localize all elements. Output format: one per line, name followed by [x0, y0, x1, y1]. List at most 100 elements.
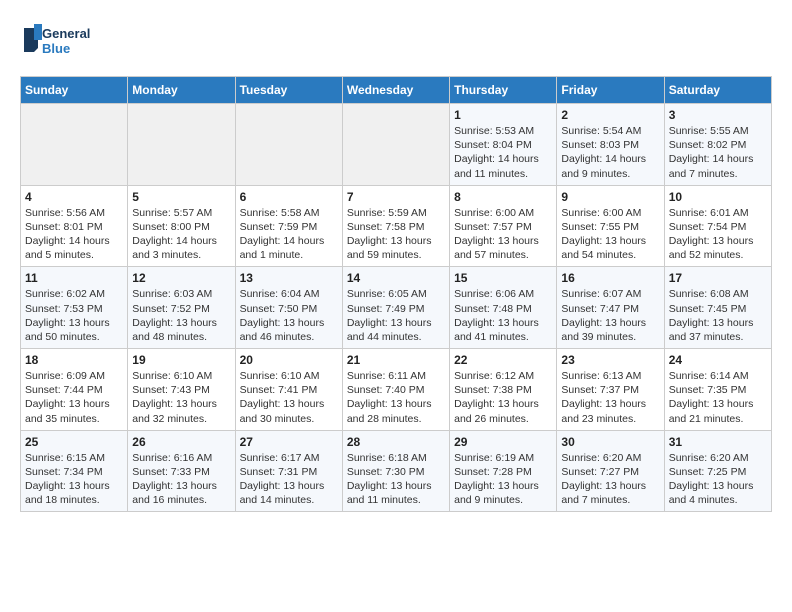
- calendar-header-wednesday: Wednesday: [342, 77, 449, 104]
- day-number: 20: [240, 353, 338, 367]
- day-number: 15: [454, 271, 552, 285]
- calendar-cell: 29Sunrise: 6:19 AMSunset: 7:28 PMDayligh…: [450, 430, 557, 512]
- day-info: Sunrise: 6:07 AMSunset: 7:47 PMDaylight:…: [561, 287, 659, 344]
- day-number: 28: [347, 435, 445, 449]
- day-number: 25: [25, 435, 123, 449]
- day-info: Sunrise: 6:16 AMSunset: 7:33 PMDaylight:…: [132, 451, 230, 508]
- day-number: 10: [669, 190, 767, 204]
- calendar-header-thursday: Thursday: [450, 77, 557, 104]
- calendar-cell: 1Sunrise: 5:53 AMSunset: 8:04 PMDaylight…: [450, 104, 557, 186]
- calendar-cell: 15 Sunrise: 6:06 AMSunset: 7:48 PMDayligh…: [450, 267, 557, 349]
- calendar-week-3: 11 Sunrise: 6:02 AMSunset: 7:53 PMDayligh…: [21, 267, 772, 349]
- calendar-cell: 21 Sunrise: 6:11 AMSunset: 7:40 PMDayligh…: [342, 349, 449, 431]
- calendar-header-friday: Friday: [557, 77, 664, 104]
- day-info: Sunrise: 6:00 AMSunset: 7:55 PMDaylight:…: [561, 206, 659, 263]
- day-info: Sunrise: 6:14 AMSunset: 7:35 PMDaylight:…: [669, 369, 767, 426]
- day-info: Sunrise: 6:04 AMSunset: 7:50 PMDaylight:…: [240, 287, 338, 344]
- day-number: 17: [669, 271, 767, 285]
- calendar-cell: 24 Sunrise: 6:14 AMSunset: 7:35 PMDayligh…: [664, 349, 771, 431]
- calendar-cell: 28 Sunrise: 6:18 AMSunset: 7:30 PMDayligh…: [342, 430, 449, 512]
- calendar-header-row: SundayMondayTuesdayWednesdayThursdayFrid…: [21, 77, 772, 104]
- calendar-cell: 11 Sunrise: 6:02 AMSunset: 7:53 PMDayligh…: [21, 267, 128, 349]
- day-info: Sunrise: 6:12 AMSunset: 7:38 PMDaylight:…: [454, 369, 552, 426]
- calendar-body: 1Sunrise: 5:53 AMSunset: 8:04 PMDaylight…: [21, 104, 772, 512]
- calendar-week-1: 1Sunrise: 5:53 AMSunset: 8:04 PMDaylight…: [21, 104, 772, 186]
- day-info: Sunrise: 6:15 AMSunset: 7:34 PMDaylight:…: [25, 451, 123, 508]
- calendar-cell: 25 Sunrise: 6:15 AMSunset: 7:34 PMDayligh…: [21, 430, 128, 512]
- calendar-cell: 22Sunrise: 6:12 AMSunset: 7:38 PMDayligh…: [450, 349, 557, 431]
- calendar-cell: 12 Sunrise: 6:03 AMSunset: 7:52 PMDayligh…: [128, 267, 235, 349]
- day-info: Sunrise: 6:01 AMSunset: 7:54 PMDaylight:…: [669, 206, 767, 263]
- calendar-cell: 6 Sunrise: 5:58 AMSunset: 7:59 PMDaylight…: [235, 185, 342, 267]
- day-number: 19: [132, 353, 230, 367]
- day-info: Sunrise: 6:02 AMSunset: 7:53 PMDaylight:…: [25, 287, 123, 344]
- day-info: Sunrise: 6:06 AMSunset: 7:48 PMDaylight:…: [454, 287, 552, 344]
- calendar-cell: 9 Sunrise: 6:00 AMSunset: 7:55 PMDaylight…: [557, 185, 664, 267]
- calendar-cell: 17 Sunrise: 6:08 AMSunset: 7:45 PMDayligh…: [664, 267, 771, 349]
- day-info: Sunrise: 6:20 AMSunset: 7:27 PMDaylight:…: [561, 451, 659, 508]
- day-info: Sunrise: 6:05 AMSunset: 7:49 PMDaylight:…: [347, 287, 445, 344]
- day-number: 6: [240, 190, 338, 204]
- calendar-week-5: 25 Sunrise: 6:15 AMSunset: 7:34 PMDayligh…: [21, 430, 772, 512]
- day-info: Sunrise: 6:03 AMSunset: 7:52 PMDaylight:…: [132, 287, 230, 344]
- day-info: Sunrise: 6:10 AMSunset: 7:41 PMDaylight:…: [240, 369, 338, 426]
- calendar-cell: 20 Sunrise: 6:10 AMSunset: 7:41 PMDayligh…: [235, 349, 342, 431]
- calendar-cell: [21, 104, 128, 186]
- calendar-table: SundayMondayTuesdayWednesdayThursdayFrid…: [20, 76, 772, 512]
- calendar-cell: 7Sunrise: 5:59 AMSunset: 7:58 PMDaylight…: [342, 185, 449, 267]
- day-number: 31: [669, 435, 767, 449]
- day-info: Sunrise: 6:09 AMSunset: 7:44 PMDaylight:…: [25, 369, 123, 426]
- calendar-cell: 26Sunrise: 6:16 AMSunset: 7:33 PMDayligh…: [128, 430, 235, 512]
- day-info: Sunrise: 6:08 AMSunset: 7:45 PMDaylight:…: [669, 287, 767, 344]
- day-number: 24: [669, 353, 767, 367]
- calendar-cell: [235, 104, 342, 186]
- calendar-cell: 13 Sunrise: 6:04 AMSunset: 7:50 PMDayligh…: [235, 267, 342, 349]
- day-number: 21: [347, 353, 445, 367]
- calendar-cell: 14Sunrise: 6:05 AMSunset: 7:49 PMDayligh…: [342, 267, 449, 349]
- day-number: 1: [454, 108, 552, 122]
- day-info: Sunrise: 6:18 AMSunset: 7:30 PMDaylight:…: [347, 451, 445, 508]
- day-number: 11: [25, 271, 123, 285]
- day-number: 29: [454, 435, 552, 449]
- calendar-cell: 30 Sunrise: 6:20 AMSunset: 7:27 PMDayligh…: [557, 430, 664, 512]
- day-number: 9: [561, 190, 659, 204]
- calendar-cell: 5Sunrise: 5:57 AMSunset: 8:00 PMDaylight…: [128, 185, 235, 267]
- calendar-cell: 3 Sunrise: 5:55 AMSunset: 8:02 PMDaylight…: [664, 104, 771, 186]
- svg-text:Blue: Blue: [42, 41, 70, 56]
- logo-svg: General Blue: [20, 20, 100, 60]
- day-info: Sunrise: 5:54 AMSunset: 8:03 PMDaylight:…: [561, 124, 659, 181]
- calendar-cell: 2 Sunrise: 5:54 AMSunset: 8:03 PMDaylight…: [557, 104, 664, 186]
- day-info: Sunrise: 5:55 AMSunset: 8:02 PMDaylight:…: [669, 124, 767, 181]
- day-number: 2: [561, 108, 659, 122]
- calendar-cell: 16Sunrise: 6:07 AMSunset: 7:47 PMDayligh…: [557, 267, 664, 349]
- day-info: Sunrise: 6:20 AMSunset: 7:25 PMDaylight:…: [669, 451, 767, 508]
- calendar-cell: 4Sunrise: 5:56 AMSunset: 8:01 PMDaylight…: [21, 185, 128, 267]
- calendar-cell: [342, 104, 449, 186]
- calendar-header-saturday: Saturday: [664, 77, 771, 104]
- day-number: 12: [132, 271, 230, 285]
- calendar-cell: 19 Sunrise: 6:10 AMSunset: 7:43 PMDayligh…: [128, 349, 235, 431]
- day-number: 3: [669, 108, 767, 122]
- calendar-cell: 8 Sunrise: 6:00 AMSunset: 7:57 PMDaylight…: [450, 185, 557, 267]
- day-number: 8: [454, 190, 552, 204]
- day-number: 23: [561, 353, 659, 367]
- day-number: 13: [240, 271, 338, 285]
- calendar-cell: [128, 104, 235, 186]
- day-info: Sunrise: 5:59 AMSunset: 7:58 PMDaylight:…: [347, 206, 445, 263]
- day-info: Sunrise: 6:17 AMSunset: 7:31 PMDaylight:…: [240, 451, 338, 508]
- page-header: General Blue: [20, 20, 772, 60]
- calendar-header-tuesday: Tuesday: [235, 77, 342, 104]
- day-info: Sunrise: 6:00 AMSunset: 7:57 PMDaylight:…: [454, 206, 552, 263]
- calendar-cell: 23 Sunrise: 6:13 AMSunset: 7:37 PMDayligh…: [557, 349, 664, 431]
- day-info: Sunrise: 5:56 AMSunset: 8:01 PMDaylight:…: [25, 206, 123, 263]
- day-number: 18: [25, 353, 123, 367]
- day-number: 5: [132, 190, 230, 204]
- day-info: Sunrise: 6:13 AMSunset: 7:37 PMDaylight:…: [561, 369, 659, 426]
- calendar-week-2: 4Sunrise: 5:56 AMSunset: 8:01 PMDaylight…: [21, 185, 772, 267]
- day-info: Sunrise: 5:58 AMSunset: 7:59 PMDaylight:…: [240, 206, 338, 263]
- calendar-header-sunday: Sunday: [21, 77, 128, 104]
- day-info: Sunrise: 6:11 AMSunset: 7:40 PMDaylight:…: [347, 369, 445, 426]
- day-info: Sunrise: 6:10 AMSunset: 7:43 PMDaylight:…: [132, 369, 230, 426]
- calendar-week-4: 18 Sunrise: 6:09 AMSunset: 7:44 PMDayligh…: [21, 349, 772, 431]
- day-number: 30: [561, 435, 659, 449]
